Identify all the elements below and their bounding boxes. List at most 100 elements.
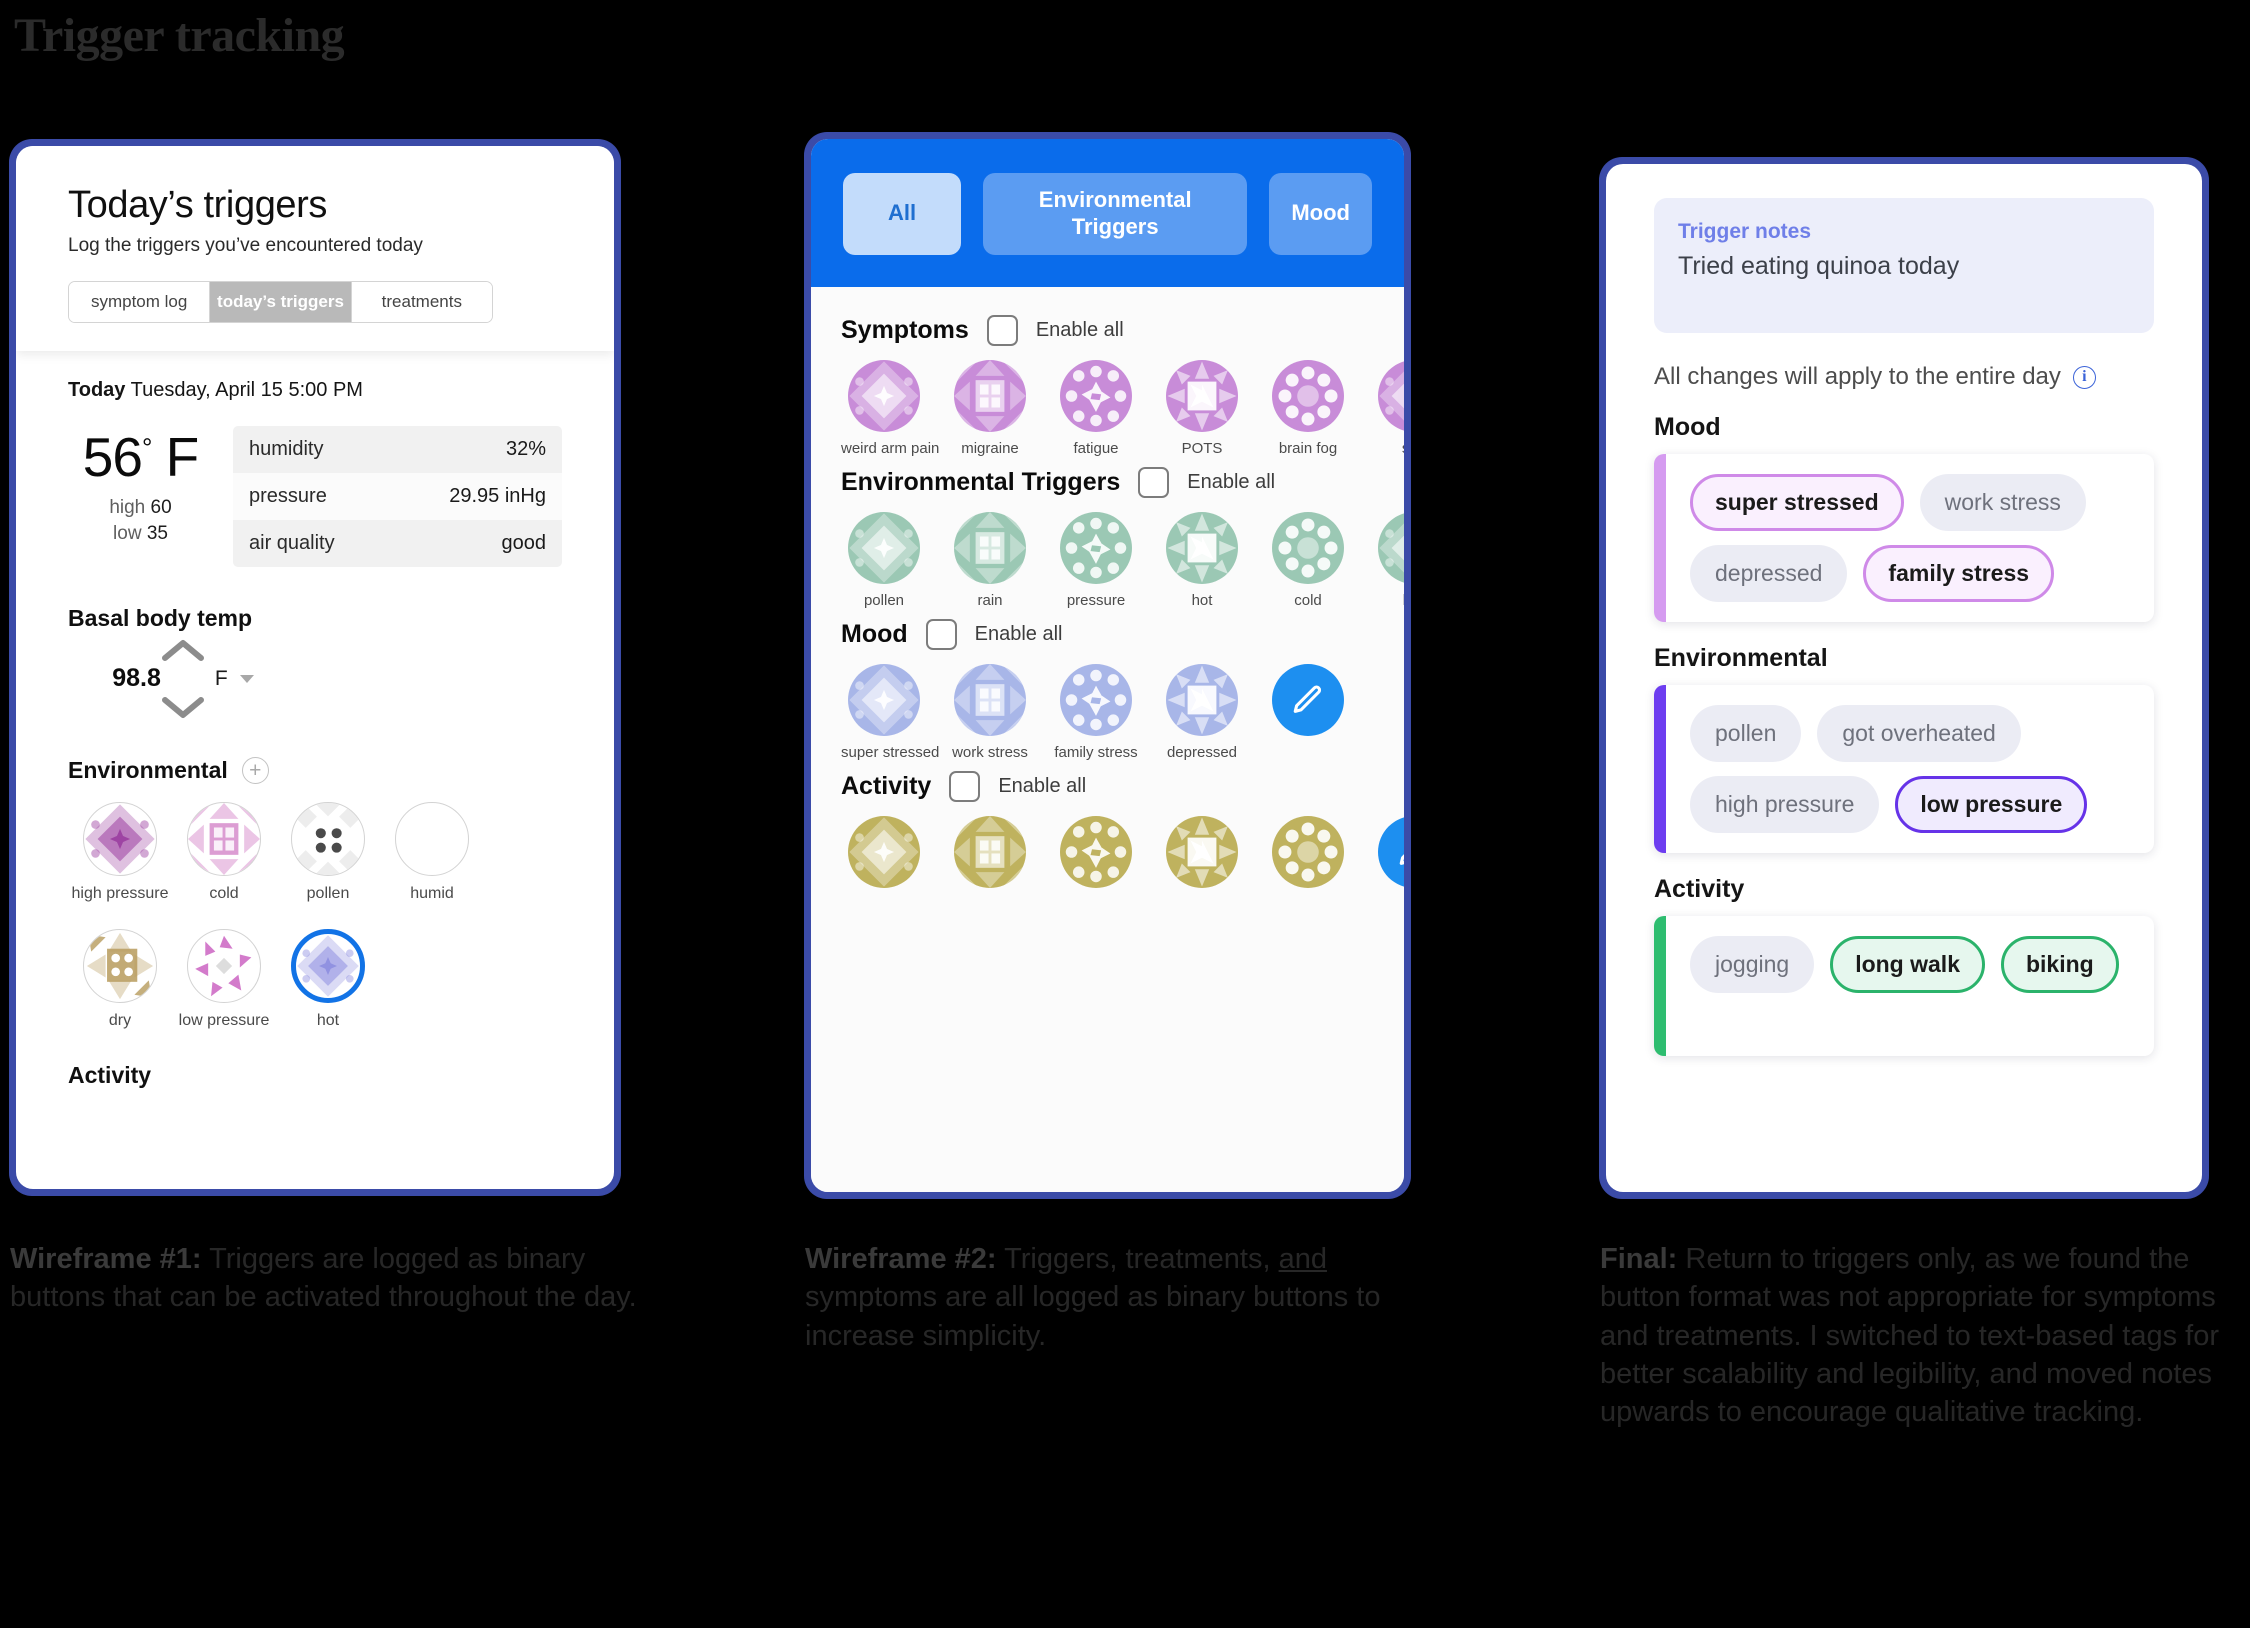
trigger-button-hot[interactable]: hot (276, 929, 380, 1030)
trigger-label: hot (316, 1012, 340, 1030)
p2-icon-row: super stressed work stress family stress… (841, 663, 1374, 761)
enable-all-checkbox[interactable] (986, 314, 1018, 346)
tab-symptom-log[interactable]: symptom log (69, 282, 211, 322)
tag-low-pressure[interactable]: low pressure (1895, 776, 2088, 833)
enable-all-label: Enable all (1035, 318, 1124, 341)
p2-trigger-button-POTS[interactable]: POTS (1159, 359, 1245, 457)
trigger-icon-pinwheel-dots-icon (1060, 815, 1132, 888)
trigger-icon-star-window-icon (83, 929, 157, 1004)
trigger-icon-empty-icon (395, 802, 469, 876)
p2-trigger-label: fatigue (1073, 439, 1119, 457)
p2-trigger-button-cold[interactable]: cold (1265, 511, 1351, 609)
p2-section-title: Environmental Triggers (841, 467, 1121, 496)
p2-trigger-label: hot (1191, 591, 1213, 609)
trigger-notes-box[interactable]: Trigger notes Tried eating quinoa today (1654, 198, 2154, 333)
degree-symbol: ° (141, 432, 152, 463)
tag-got-overheated[interactable]: got overheated (1817, 705, 2021, 762)
tag-group-accent-bar (1654, 916, 1666, 1056)
tag-depressed[interactable]: depressed (1690, 545, 1848, 602)
wireframe-1-phone: Today’s triggers Log the triggers you’ve… (10, 140, 620, 1195)
temperature-block: 56° F high 60 low 35 (68, 426, 213, 546)
tag-family-stress[interactable]: family stress (1863, 545, 2055, 602)
p2-trigger-button-hot[interactable]: hot (1159, 511, 1245, 609)
trigger-notes-label: Trigger notes (1678, 220, 1812, 243)
tab-treatments[interactable]: treatments (351, 282, 492, 322)
p2-section-header: Activity Enable all (841, 770, 1374, 802)
trigger-button-humid[interactable]: humid (380, 802, 484, 903)
p2-trigger-button-brain-fog[interactable]: brain fog (1265, 359, 1351, 457)
low-value: 35 (146, 522, 168, 544)
trigger-button-dry[interactable]: dry (68, 929, 172, 1030)
tag-work-stress[interactable]: work stress (1919, 474, 2086, 531)
caption-3-text: Return to triggers only, as we found the… (1600, 1243, 2219, 1429)
basal-unit-label: F (214, 666, 228, 690)
caption-2-label: Wireframe #2: (805, 1243, 997, 1275)
info-icon[interactable]: i (2072, 365, 2096, 389)
p2-trigger-button[interactable] (841, 815, 927, 896)
tag-high-pressure[interactable]: high pressure (1690, 776, 1880, 833)
trigger-button-pollen[interactable]: pollen (276, 802, 380, 903)
p1-segmented-control[interactable]: symptom log today’s triggers treatments (68, 281, 493, 323)
tag-group-accent-bar (1654, 685, 1666, 853)
p2-trigger-button-family-stress[interactable]: family stress (1053, 663, 1139, 761)
p2-trigger-button-work-stress[interactable]: work stress (947, 663, 1033, 761)
basal-body-temp-heading: Basal body temp (68, 605, 562, 632)
chevron-up-icon[interactable] (68, 638, 298, 662)
p2-trigger-button[interactable] (1159, 815, 1245, 896)
p2-trigger-button-fatigue[interactable]: fatigue (1053, 359, 1139, 457)
tab-all[interactable]: All (843, 173, 961, 255)
tag-super-stressed[interactable]: super stressed (1690, 474, 1904, 531)
p2-trigger-label: super stressed (841, 743, 940, 761)
edit-button[interactable] (1371, 815, 1404, 896)
p2-trigger-button-super-stressed[interactable]: super stressed (841, 663, 940, 761)
p2-trigger-label: family stress (1054, 743, 1138, 761)
trigger-button-low-pressure[interactable]: low pressure (172, 929, 276, 1030)
p2-trigger-button-sha[interactable]: sha (1371, 359, 1404, 457)
trigger-button-cold[interactable]: cold (172, 802, 276, 903)
p2-trigger-button-weird-arm-pain[interactable]: weird arm pain (841, 359, 939, 457)
p2-trigger-button[interactable] (1053, 815, 1139, 896)
trigger-button-high-pressure[interactable]: high pressure (68, 802, 172, 903)
plus-icon[interactable]: + (241, 757, 269, 784)
weather-table: humidity 32% pressure 29.95 inHg air qua… (233, 426, 562, 567)
temp-unit: F (165, 426, 200, 488)
enable-all-checkbox[interactable] (925, 618, 957, 650)
pencil-icon (1378, 815, 1404, 888)
tag-long-walk[interactable]: long walk (1830, 936, 1985, 993)
p2-section-mood: Mood Enable all super stressed work stre… (841, 618, 1374, 761)
tab-environmental-triggers[interactable]: Environmental Triggers (983, 173, 1248, 255)
enable-all-checkbox[interactable] (1138, 466, 1170, 498)
p2-trigger-button-pollen[interactable]: pollen (841, 511, 927, 609)
apply-notice: All changes will apply to the entire day… (1654, 363, 2154, 391)
tag-pollen[interactable]: pollen (1690, 705, 1802, 762)
basal-unit-select[interactable]: F (215, 667, 254, 691)
trigger-label: low pressure (178, 1012, 270, 1030)
basal-temp-stepper[interactable]: 98.8 F (68, 638, 298, 719)
enable-all-checkbox[interactable] (949, 770, 981, 802)
environmental-trigger-grid: high pressure cold pollen humid dry low … (68, 802, 562, 1056)
p2-section-title: Mood (841, 619, 908, 648)
edit-button[interactable] (1265, 663, 1351, 761)
p2-section-header: Environmental Triggers Enable all (841, 466, 1374, 498)
p2-trigger-button[interactable] (1265, 815, 1351, 896)
tag-list: jogging long walk biking (1666, 916, 2154, 1056)
p2-section-title: Activity (841, 771, 932, 800)
p2-trigger-button-migraine[interactable]: migraine (947, 359, 1033, 457)
p2-trigger-button-pressure[interactable]: pressure (1053, 511, 1139, 609)
p2-section-symptoms: Symptoms Enable all weird arm pain migra… (841, 314, 1404, 457)
tab-todays-triggers[interactable]: today’s triggers (210, 282, 352, 322)
trigger-icon-diamond-burst-icon (848, 359, 920, 432)
p2-trigger-label: depressed (1166, 743, 1238, 761)
final-phone: Trigger notes Tried eating quinoa today … (1600, 158, 2208, 1198)
environmental-heading: Environmental + (68, 757, 562, 784)
weather-value: 29.95 inHg (449, 485, 546, 507)
chevron-down-icon[interactable] (68, 695, 298, 719)
tag-jogging[interactable]: jogging (1690, 936, 1815, 993)
p2-trigger-button-rain[interactable]: rain (947, 511, 1033, 609)
tab-mood[interactable]: Mood (1269, 173, 1372, 255)
p2-trigger-button-low[interactable]: low (1371, 511, 1404, 609)
p2-trigger-button[interactable] (947, 815, 1033, 896)
today-line: Today Tuesday, April 15 5:00 PM (68, 379, 562, 402)
tag-biking[interactable]: biking (2000, 936, 2119, 993)
p2-trigger-button-depressed[interactable]: depressed (1159, 663, 1245, 761)
